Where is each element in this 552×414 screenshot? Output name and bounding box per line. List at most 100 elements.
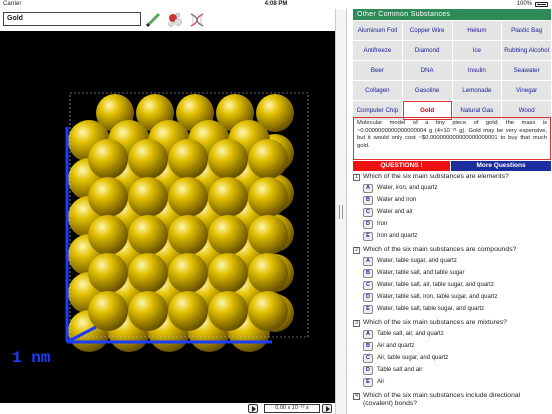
panel-splitter[interactable]	[335, 9, 347, 414]
answer-letter-button[interactable]: E	[363, 232, 373, 241]
question-block: 3 Which of the six main substances are mi…	[353, 319, 551, 389]
gold-atom	[208, 139, 248, 179]
answer-letter-button[interactable]: A	[363, 184, 373, 193]
molecule-viewer[interactable]: 1 nm	[0, 31, 335, 403]
substance-button-seawater[interactable]: Seawater	[502, 61, 551, 80]
gold-atom	[168, 177, 208, 217]
substance-button-helium[interactable]: Helium	[452, 21, 502, 40]
gold-atom	[208, 215, 248, 255]
more-questions-button[interactable]: More Questions	[451, 161, 551, 171]
answer-text: Water, table salt, iron, table sugar, an…	[377, 294, 498, 300]
gold-atom	[248, 139, 288, 179]
atom-icon[interactable]	[166, 11, 184, 29]
answer-letter-button[interactable]: E	[363, 378, 373, 387]
question-label: Which of the six main substances are mix…	[363, 319, 507, 326]
play-button[interactable]	[248, 404, 258, 413]
answer-option[interactable]: C Water, table salt, air, table sugar, an…	[363, 280, 551, 292]
question-text: 4 Which of the six main substances includ…	[353, 392, 551, 408]
gold-atom	[128, 139, 168, 179]
answer-option[interactable]: A Water, table sugar, and quartz	[363, 256, 551, 268]
splitter-grip-icon[interactable]	[339, 205, 343, 219]
answer-letter-button[interactable]: A	[363, 257, 373, 266]
substance-button-insulin[interactable]: Insulin	[452, 61, 502, 80]
answer-option[interactable]: B Water, table salt, and table sugar	[363, 268, 551, 280]
answer-option[interactable]: D Iron	[363, 219, 551, 231]
answer-letter-button[interactable]: D	[363, 293, 373, 302]
answer-option[interactable]: E Water, table salt, table sugar, and qua…	[363, 304, 551, 316]
substance-button-collagen[interactable]: Collagen	[353, 81, 402, 100]
substance-button-vinegar[interactable]: Vinegar	[502, 81, 551, 100]
answer-text: Air and quartz	[377, 343, 415, 349]
molecule-description: Molecular model of a tiny piece of gold;…	[353, 117, 551, 160]
battery-percent: 100%	[516, 1, 532, 7]
substance-button-beer[interactable]: Beer	[353, 61, 402, 80]
answer-letter-button[interactable]: C	[363, 208, 373, 217]
answer-option[interactable]: C Water and air	[363, 207, 551, 219]
gold-atom	[168, 253, 208, 293]
question-number: 1	[353, 173, 360, 181]
question-block: 2 Which of the six main substances are co…	[353, 246, 551, 316]
questions-button[interactable]: QUESTIONS !	[353, 161, 450, 171]
answer-letter-button[interactable]: E	[363, 305, 373, 314]
gold-lattice-model[interactable]	[0, 31, 335, 403]
gold-atom	[128, 215, 168, 255]
gold-atom	[208, 291, 248, 331]
gold-atom	[128, 253, 168, 293]
answer-letter-button[interactable]: B	[363, 269, 373, 278]
answer-option[interactable]: C Air, table sugar, and quartz	[363, 353, 551, 365]
question-label: Which of the six main substances include…	[363, 392, 521, 407]
gold-atom	[128, 177, 168, 217]
substance-button-diamond[interactable]: Diamond	[402, 41, 452, 60]
dna-icon[interactable]	[188, 11, 206, 29]
substance-button-rubbing-alcohol[interactable]: Rubbing Alcohol	[502, 41, 551, 60]
answer-option[interactable]: B Water and iron	[363, 195, 551, 207]
molecule-name-field[interactable]: Gold	[3, 12, 141, 26]
pencil-icon[interactable]	[144, 11, 162, 29]
answer-option[interactable]: E Iron and quartz	[363, 231, 551, 243]
gold-atom	[88, 139, 128, 179]
gold-atom	[88, 215, 128, 255]
answer-text: Water and air	[377, 209, 413, 215]
answer-letter-button[interactable]: D	[363, 366, 373, 375]
info-panel: Other Common Substances Aluminum Foil Cop…	[347, 9, 552, 414]
answer-letter-button[interactable]: D	[363, 220, 373, 229]
substance-button-plastic-bag[interactable]: Plastic Bag	[502, 21, 551, 40]
answer-option[interactable]: D Table salt and air	[363, 365, 551, 377]
answer-option[interactable]: A Water, iron, and quartz	[363, 183, 551, 195]
question-label: Which of the six main substances are ele…	[363, 173, 509, 180]
step-button[interactable]	[322, 404, 332, 413]
answer-letter-button[interactable]: B	[363, 342, 373, 351]
answer-letter-button[interactable]: C	[363, 354, 373, 363]
viewer-toolbar: Gold	[0, 9, 335, 31]
substance-button-gasoline[interactable]: Gasoline	[402, 81, 452, 100]
answer-text: Water and iron	[377, 197, 417, 203]
substance-button-ice[interactable]: Ice	[452, 41, 502, 60]
gold-atom	[168, 139, 208, 179]
substance-button-antifreeze[interactable]: Antifreeze	[353, 41, 402, 60]
status-bar: Carrier 4:08 PM 100%	[0, 0, 552, 9]
substance-button-dna[interactable]: DNA	[402, 61, 452, 80]
gold-atom	[248, 291, 288, 331]
answer-option[interactable]: E Air	[363, 377, 551, 389]
answer-letter-button[interactable]: B	[363, 196, 373, 205]
scale-label: 1 nm	[12, 349, 51, 367]
answer-option[interactable]: D Water, table salt, iron, table sugar, a…	[363, 292, 551, 304]
answer-option[interactable]: B Air and quartz	[363, 341, 551, 353]
question-number: 4	[353, 392, 360, 400]
substance-button-copper-wire[interactable]: Copper Wire	[402, 21, 452, 40]
gold-atom	[88, 177, 128, 217]
answer-text: Air	[377, 379, 385, 385]
gold-atom	[248, 253, 288, 293]
molecule-panel: Gold 1 nm 0.00 x 10⁻¹² s	[0, 9, 335, 414]
substance-button-lemonade[interactable]: Lemonade	[452, 81, 502, 100]
answer-letter-button[interactable]: C	[363, 281, 373, 290]
playback-bar: 0.00 x 10⁻¹² s	[0, 403, 335, 414]
answer-option[interactable]: A Table salt, air, and quartz	[363, 329, 551, 341]
question-text: 2 Which of the six main substances are co…	[353, 246, 551, 254]
gold-atom	[208, 177, 248, 217]
gold-atom	[88, 291, 128, 331]
substance-button-aluminum-foil[interactable]: Aluminum Foil	[353, 21, 402, 40]
answer-text: Air, table sugar, and quartz	[377, 355, 449, 361]
answer-letter-button[interactable]: A	[363, 330, 373, 339]
substances-header: Other Common Substances	[353, 9, 551, 20]
